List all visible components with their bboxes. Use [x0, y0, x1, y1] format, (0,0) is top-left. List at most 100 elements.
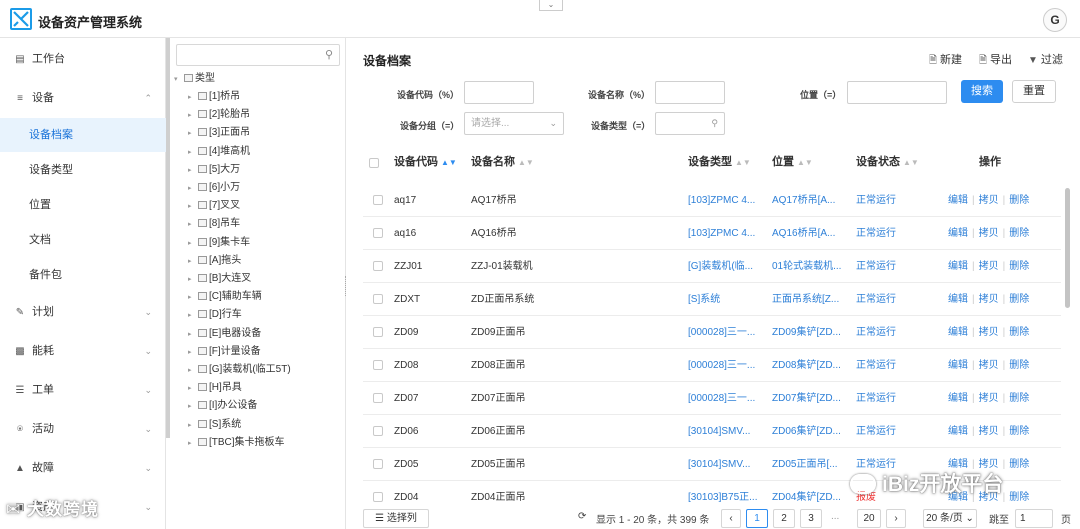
tree-node[interactable]: ▸ [3]正面吊 [188, 124, 250, 142]
column-header-status[interactable]: 设备状态 ▲▼ [856, 146, 919, 184]
cell-location-link[interactable]: ZD07集铲[ZD... [772, 382, 852, 415]
table-row[interactable]: ZDXT ZD正面吊系统 [S]系统 正面吊系统[Z... 正常运行 编辑 | 拷贝 | 删除 [363, 283, 1061, 316]
tree-node[interactable]: ▸ [1]桥吊 [188, 88, 240, 106]
cell-location-link[interactable]: ZD06集铲[ZD... [772, 415, 852, 448]
copy-link[interactable]: 拷贝 [979, 327, 999, 338]
copy-link[interactable]: 拷贝 [979, 426, 999, 437]
goto-page-input[interactable]: 1 [1015, 509, 1053, 528]
tree-node[interactable]: ▸ [A]拖头 [188, 252, 241, 270]
tree-root-node[interactable]: ▾ 类型 [174, 70, 215, 88]
sidebar-subitem-document[interactable]: 文档 [0, 223, 166, 257]
edit-link[interactable]: 编辑 [948, 426, 968, 437]
table-row[interactable]: ZD09 ZD09正面吊 [000028]三一... ZD09集铲[ZD... 正常运行… [363, 316, 1061, 349]
sidebar-item-workbench[interactable]: ▤ 工作台 [0, 41, 166, 77]
cell-location-link[interactable]: ZD08集铲[ZD... [772, 349, 852, 382]
column-header-name[interactable]: 设备名称 ▲▼ [471, 146, 534, 184]
copy-link[interactable]: 拷贝 [979, 360, 999, 371]
copy-link[interactable]: 拷贝 [979, 195, 999, 206]
row-checkbox[interactable] [373, 195, 383, 205]
sidebar-item-activity[interactable]: ⍟ 活动 ⌄ [0, 411, 166, 447]
select-all-checkbox[interactable] [369, 158, 379, 168]
cell-location-link[interactable]: AQ16桥吊[A... [772, 217, 852, 250]
refresh-icon[interactable]: ⟳ [578, 511, 586, 522]
delete-link[interactable]: 删除 [1009, 228, 1029, 239]
table-row[interactable]: ZZJ01 ZZJ-01装载机 [G]装载机(临... 01轮式装载机... 正常运行 编… [363, 250, 1061, 283]
row-checkbox[interactable] [373, 327, 383, 337]
cell-location-link[interactable]: AQ17桥吊[A... [772, 184, 852, 217]
equipment-code-input[interactable] [464, 81, 534, 104]
cell-type-link[interactable]: [103]ZPMC 4... [688, 184, 768, 217]
row-checkbox[interactable] [373, 228, 383, 238]
delete-link[interactable]: 删除 [1009, 459, 1029, 470]
row-checkbox[interactable] [373, 492, 383, 502]
column-header-location[interactable]: 位置 ▲▼ [772, 146, 813, 184]
page-size-select[interactable]: 20 条/页 ⌄ [923, 509, 977, 528]
search-button[interactable]: 搜索 [961, 80, 1003, 103]
page-button[interactable]: 20 [857, 509, 881, 528]
sidebar-item-energy[interactable]: ▩ 能耗 ⌄ [0, 333, 166, 369]
cell-type-link[interactable]: [30104]SMV... [688, 415, 768, 448]
column-header-code[interactable]: 设备代码 ▲▼ [394, 146, 457, 184]
table-row[interactable]: aq16 AQ16桥吊 [103]ZPMC 4... AQ16桥吊[A... 正常运行 编… [363, 217, 1061, 250]
tree-node[interactable]: ▸ [H]吊具 [188, 379, 242, 397]
sidebar-subitem-spare-parts[interactable]: 备件包 [0, 258, 166, 292]
cell-type-link[interactable]: [S]系统 [688, 283, 768, 316]
next-page-button[interactable]: › [886, 509, 906, 528]
delete-link[interactable]: 删除 [1009, 492, 1029, 503]
tree-node[interactable]: ▸ [G]装载机(临工5T) [188, 361, 291, 379]
tree-node[interactable]: ▸ [E]电器设备 [188, 325, 261, 343]
page-button[interactable]: 2 [773, 509, 795, 528]
edit-link[interactable]: 编辑 [948, 393, 968, 404]
page-button[interactable]: 3 [800, 509, 822, 528]
delete-link[interactable]: 删除 [1009, 294, 1029, 305]
sidebar-item-equipment[interactable]: ≡ 设备 ⌃ [0, 80, 166, 116]
tree-node[interactable]: ▸ [8]吊车 [188, 215, 240, 233]
sidebar-subitem-type[interactable]: 设备类型 [0, 153, 166, 187]
row-checkbox[interactable] [373, 393, 383, 403]
cell-type-link[interactable]: [000028]三一... [688, 316, 768, 349]
equipment-type-picker[interactable]: ⚲ [655, 112, 725, 135]
table-row[interactable]: ZD08 ZD08正面吊 [000028]三一... ZD08集铲[ZD... 正常运行… [363, 349, 1061, 382]
copy-link[interactable]: 拷贝 [979, 294, 999, 305]
tree-node[interactable]: ▸ [D]行车 [188, 306, 242, 324]
cell-type-link[interactable]: [30104]SMV... [688, 448, 768, 481]
reset-button[interactable]: 重置 [1012, 80, 1056, 103]
tree-node[interactable]: ▸ [TBC]集卡拖板车 [188, 434, 285, 452]
tree-node[interactable]: ▸ [7]叉叉 [188, 197, 240, 215]
equipment-name-input[interactable] [655, 81, 725, 104]
cell-location-link[interactable]: 正面吊系统[Z... [772, 283, 852, 316]
delete-link[interactable]: 删除 [1009, 393, 1029, 404]
edit-link[interactable]: 编辑 [948, 360, 968, 371]
row-checkbox[interactable] [373, 294, 383, 304]
row-checkbox[interactable] [373, 459, 383, 469]
sidebar-subitem-archive[interactable]: 设备档案 [0, 118, 166, 152]
copy-link[interactable]: 拷贝 [979, 393, 999, 404]
prev-page-button[interactable]: ‹ [721, 509, 741, 528]
location-input[interactable] [847, 81, 947, 104]
tree-node[interactable]: ▸ [C]辅助车辆 [188, 288, 262, 306]
tree-node[interactable]: ▸ [4]堆高机 [188, 143, 250, 161]
tree-node[interactable]: ▸ [6]小万 [188, 179, 240, 197]
cell-location-link[interactable]: ZD05正面吊[... [772, 448, 852, 481]
edit-link[interactable]: 编辑 [948, 294, 968, 305]
row-checkbox[interactable] [373, 360, 383, 370]
edit-link[interactable]: 编辑 [948, 228, 968, 239]
user-avatar[interactable]: G [1043, 8, 1067, 32]
column-header-type[interactable]: 设备类型 ▲▼ [688, 146, 751, 184]
cell-location-link[interactable]: ZD04集铲[ZD... [772, 481, 852, 506]
cell-type-link[interactable]: [000028]三一... [688, 349, 768, 382]
cell-location-link[interactable]: 01轮式装载机... [772, 250, 852, 283]
table-row[interactable]: ZD07 ZD07正面吊 [000028]三一... ZD07集铲[ZD... 正常运行… [363, 382, 1061, 415]
tree-node[interactable]: ▸ [F]计量设备 [188, 343, 261, 361]
delete-link[interactable]: 删除 [1009, 327, 1029, 338]
row-checkbox[interactable] [373, 426, 383, 436]
table-scrollbar[interactable] [1065, 188, 1070, 308]
delete-link[interactable]: 删除 [1009, 261, 1029, 272]
copy-link[interactable]: 拷贝 [979, 261, 999, 272]
delete-link[interactable]: 删除 [1009, 360, 1029, 371]
row-checkbox[interactable] [373, 261, 383, 271]
tree-node[interactable]: ▸ [B]大连叉 [188, 270, 251, 288]
page-button[interactable]: 1 [746, 509, 768, 528]
edit-link[interactable]: 编辑 [948, 327, 968, 338]
export-button[interactable]: 🗎 导出 [979, 51, 1012, 70]
